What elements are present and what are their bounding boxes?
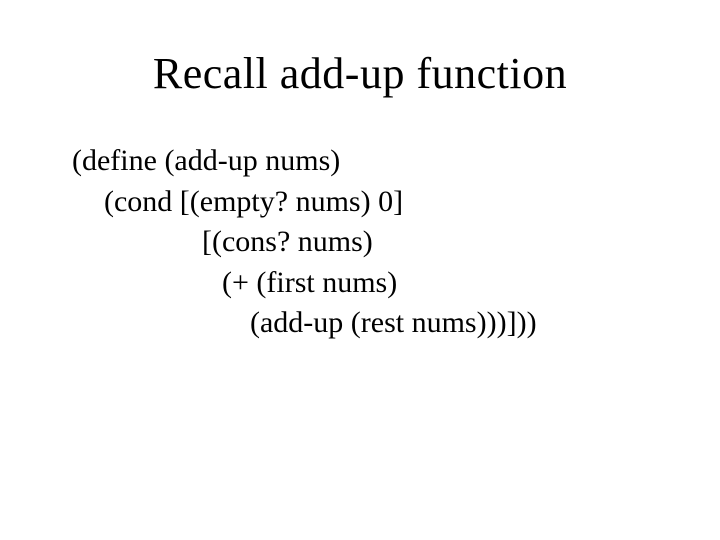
- code-block: (define (add-up nums) (cond [(empty? num…: [72, 141, 648, 344]
- code-line-5: (add-up (rest nums)))])): [72, 303, 648, 344]
- code-line-4: (+ (first nums): [72, 263, 648, 304]
- code-line-3: [(cons? nums): [72, 222, 648, 263]
- code-line-1: (define (add-up nums): [72, 141, 648, 182]
- slide-title: Recall add-up function: [72, 48, 648, 99]
- slide: Recall add-up function (define (add-up n…: [0, 0, 720, 344]
- code-line-2: (cond [(empty? nums) 0]: [72, 182, 648, 223]
